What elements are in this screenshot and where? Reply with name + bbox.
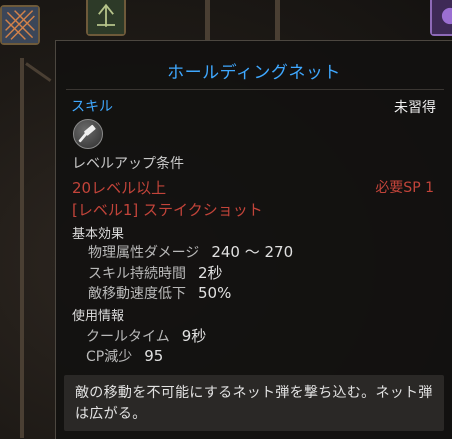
effects-heading: 基本効果 — [72, 227, 125, 242]
effect-line: 敵移動速度低下 50% — [88, 283, 231, 303]
net-skill-icon[interactable] — [0, 5, 40, 45]
effect-label: 敵移動速度低下 — [88, 286, 186, 302]
effect-value: 2秒 — [198, 264, 223, 282]
tree-connector — [25, 62, 52, 82]
effect-value: 240 ～ 270 — [211, 243, 294, 261]
usage-line: クールタイム 9秒 — [86, 325, 206, 346]
tree-connector — [275, 0, 280, 40]
usage-line: CP減少 95 — [86, 346, 163, 366]
skill-description: 敵の移動を不可能にするネット弾を撃ち込む。ネット弾は広がる。 — [75, 385, 433, 422]
required-level: 20レベル以上 — [72, 179, 167, 197]
title-divider — [66, 89, 444, 90]
skill-name: ホールディングネット — [167, 63, 341, 83]
effect-line: スキル持続時間 2秒 — [88, 262, 223, 283]
required-sp: 必要SP 1 — [375, 180, 434, 196]
usage-value: 9秒 — [181, 327, 207, 345]
usage-label: CP減少 — [86, 349, 133, 365]
prerequisite-skill: [レベル1] ステイクショット — [72, 201, 263, 219]
usage-heading: 使用情報 — [72, 309, 125, 324]
skill-type-label: スキル — [71, 99, 113, 115]
effect-line: 物理属性ダメージ 240 ～ 270 — [88, 241, 293, 262]
tree-connector — [205, 0, 210, 40]
learn-status: 未習得 — [394, 100, 436, 116]
description-box: 敵の移動を不可能にするネット弾を撃ち込む。ネット弾は広がる。 — [64, 375, 444, 431]
usage-value: 95 — [144, 347, 164, 365]
effect-label: スキル持続時間 — [88, 266, 186, 282]
purple-skill-icon[interactable] — [430, 0, 452, 36]
hammer-icon — [73, 119, 103, 149]
arrow-skill-icon[interactable] — [86, 0, 126, 36]
usage-label: クールタイム — [86, 329, 170, 345]
requirements-heading: レベルアップ条件 — [72, 156, 184, 172]
effect-value: 50% — [198, 284, 232, 302]
effect-label: 物理属性ダメージ — [88, 245, 200, 261]
tree-connector — [20, 58, 24, 438]
skill-tooltip: ホールディングネット スキル 未習得 レベルアップ条件 20レベル以上 必要SP… — [55, 40, 452, 439]
